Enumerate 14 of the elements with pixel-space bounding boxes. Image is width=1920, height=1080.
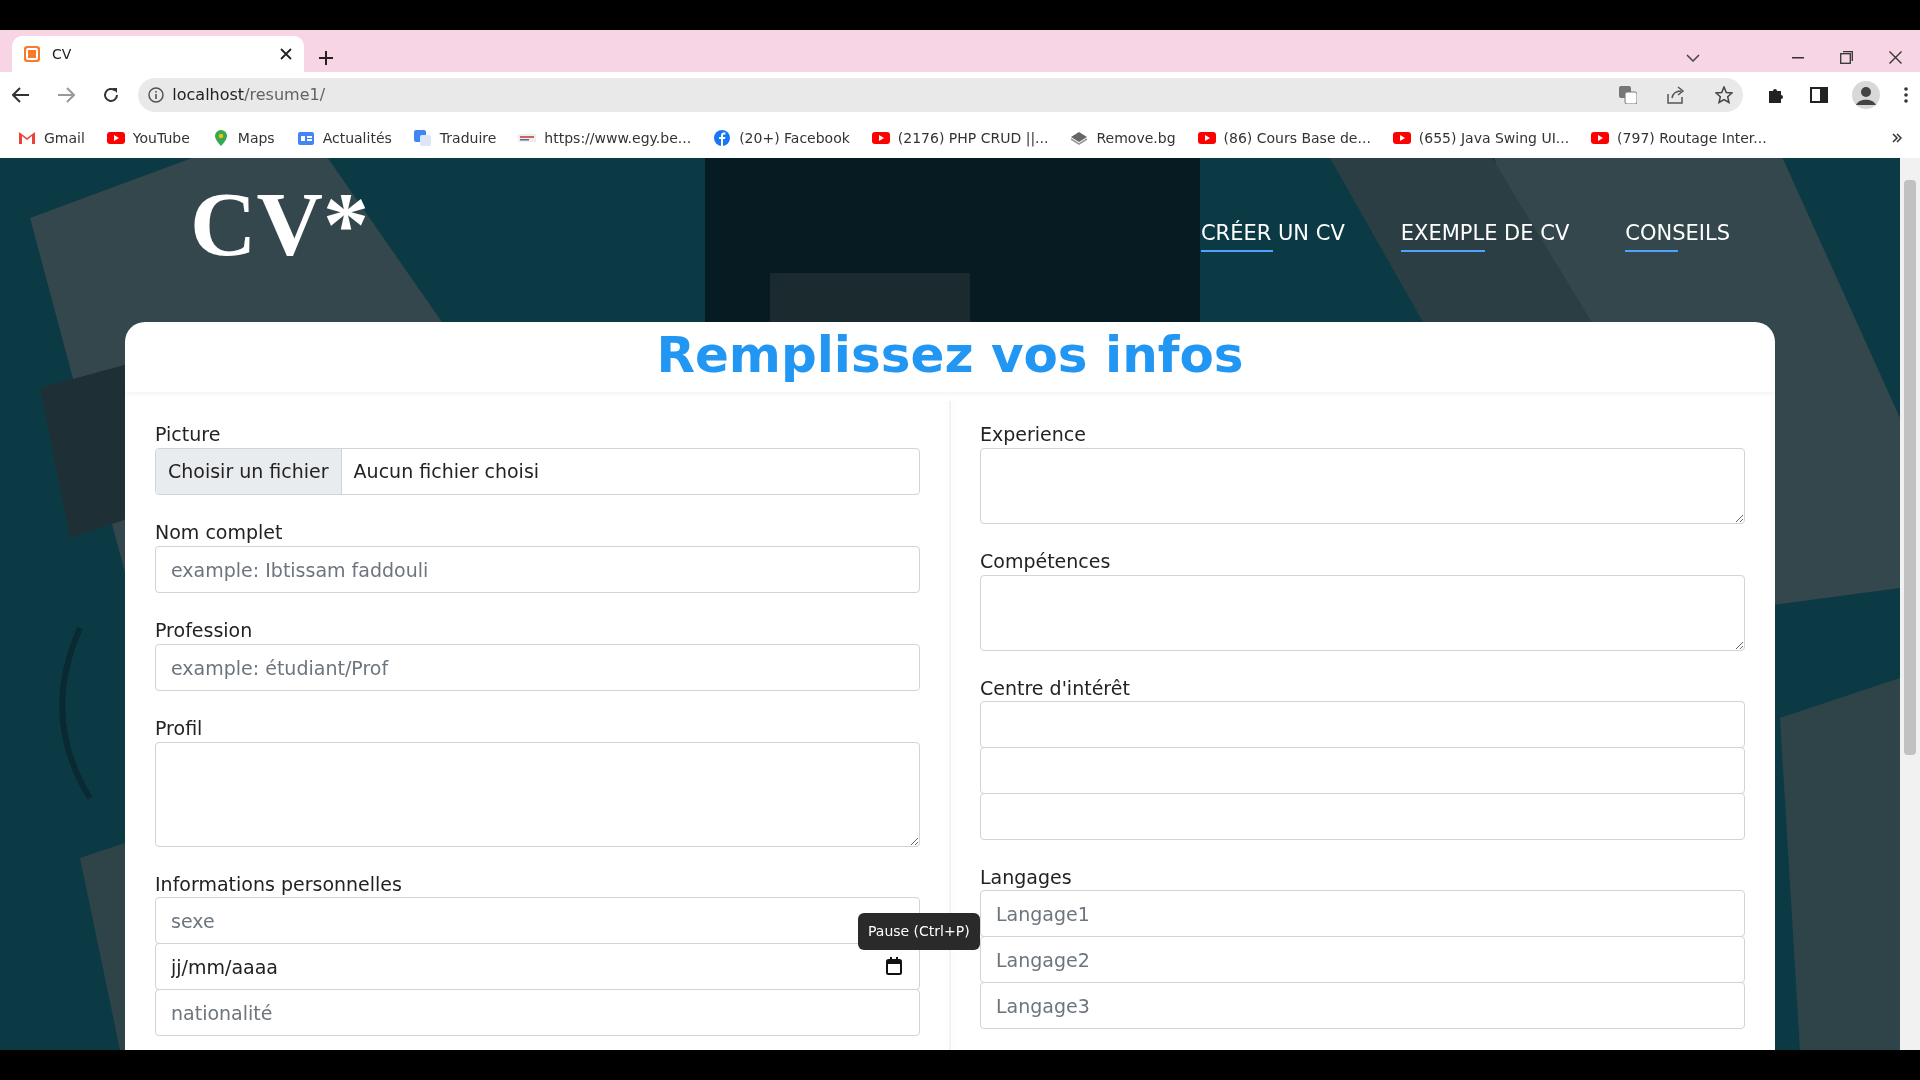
form-title: Remplissez vos infos <box>655 325 1245 386</box>
field-label: Picture <box>155 422 222 447</box>
tooltip: Pause (Ctrl+P) <box>858 913 980 950</box>
file-status: Aucun fichier choisi <box>352 459 541 485</box>
field-label: Compétences <box>980 549 1112 574</box>
field-label: Experience <box>980 422 1087 447</box>
tab-title: CV <box>52 44 73 64</box>
field-label: Langages <box>980 865 1073 890</box>
field-label: Profil <box>155 716 204 741</box>
url-text: localhost/resume1/ <box>172 84 327 106</box>
field-label: Informations personnelles <box>155 872 403 897</box>
field-label: Nom complet <box>155 520 284 545</box>
field-label: Centre d'intérêt <box>980 676 1131 701</box>
field-label: Profession <box>155 618 254 643</box>
